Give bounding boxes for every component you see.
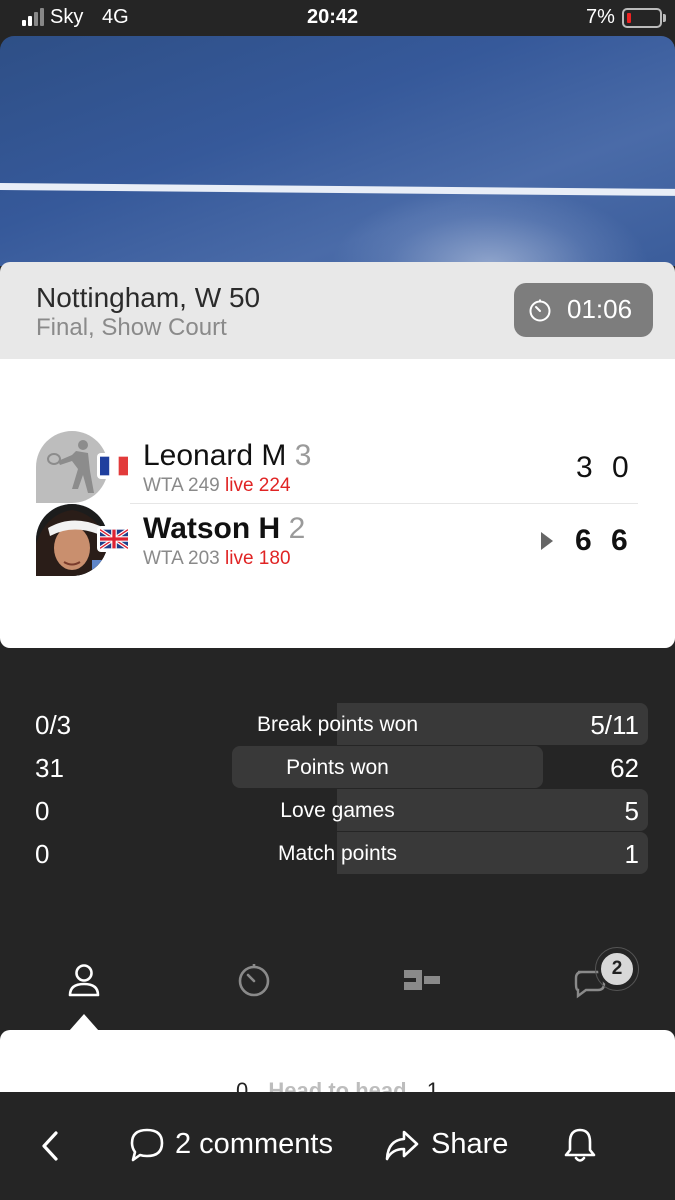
battery-percent: 7% xyxy=(586,6,615,28)
serving-indicator-icon xyxy=(541,532,553,550)
comment-bubble-icon xyxy=(130,1128,164,1162)
notification-badge: 2 xyxy=(598,950,636,988)
player-name-text: Watson H xyxy=(143,512,281,545)
stat-row-love-games: 0 Love games 5 xyxy=(0,789,675,831)
h2h-label: Head to head xyxy=(268,1078,407,1092)
player-ranking: WTA 203 live 180 xyxy=(143,548,291,570)
player-divider xyxy=(130,503,638,504)
match-duration-badge: 01:06 xyxy=(514,283,653,337)
clock-time: 20:42 xyxy=(307,6,359,28)
carrier-name: Sky xyxy=(50,6,84,28)
live-ranking-text: live 224 xyxy=(225,475,291,496)
court-banner-image xyxy=(0,36,675,266)
set-score: 6 xyxy=(575,524,592,557)
player-seed: 3 xyxy=(294,439,312,472)
player-row-watson[interactable]: Watson H 2 WTA 203 live 180 6 6 xyxy=(0,504,675,578)
ranking-text: WTA 249 xyxy=(143,475,220,496)
stat-right-value: 5/11 xyxy=(590,710,639,740)
stat-label: Love games xyxy=(280,799,395,822)
stat-label: Match points xyxy=(277,842,398,865)
network-type: 4G xyxy=(102,6,129,28)
person-icon[interactable] xyxy=(64,960,104,1000)
flag-united-kingdom-icon xyxy=(97,526,131,552)
stat-row-match-points: 0 Match points 1 xyxy=(0,832,675,874)
bell-icon[interactable] xyxy=(563,1126,597,1164)
set-score: 0 xyxy=(612,451,629,484)
set-score: 3 xyxy=(576,451,593,484)
h2h-right-value: 1 xyxy=(426,1078,439,1092)
share-arrow-icon xyxy=(385,1130,419,1161)
active-tab-indicator xyxy=(69,1014,99,1031)
signal-strength-icon xyxy=(22,8,46,26)
live-ranking-text: live 180 xyxy=(225,548,291,569)
share-label: Share xyxy=(431,1128,509,1160)
comments-label: 2 comments xyxy=(175,1128,333,1160)
player-row-leonard[interactable]: Leonard M 3 WTA 249 live 224 3 0 xyxy=(0,431,675,505)
stat-label: Points won xyxy=(286,756,389,779)
h2h-left-value: 0 xyxy=(236,1078,249,1092)
back-arrow-icon[interactable] xyxy=(38,1130,62,1162)
set-score: 6 xyxy=(611,524,628,557)
stopwatch-icon[interactable] xyxy=(234,960,274,1000)
player-name: Leonard M 3 xyxy=(143,439,311,473)
stat-label: Break points won xyxy=(256,713,419,736)
stat-row-points-won: 31 Points won 62 xyxy=(0,746,675,788)
stopwatch-icon xyxy=(529,299,551,322)
bottom-action-bar: 2 comments Share xyxy=(0,1092,675,1200)
head-to-head-card[interactable]: 0 Head to head 1 xyxy=(0,1030,675,1092)
stat-right-value: 1 xyxy=(624,839,639,869)
match-duration: 01:06 xyxy=(567,294,633,324)
bracket-icon[interactable] xyxy=(402,960,442,1000)
event-title: Nottingham, W 50 xyxy=(36,282,261,313)
player-ranking: WTA 249 live 224 xyxy=(143,475,291,497)
battery-icon xyxy=(622,8,666,28)
status-bar: Sky 4G 20:42 7% xyxy=(0,0,675,36)
stat-right-value: 62 xyxy=(610,753,639,783)
event-subtitle: Final, Show Court xyxy=(36,314,227,341)
head-to-head-row: 0 Head to head 1 xyxy=(0,1078,675,1092)
flag-france-icon xyxy=(97,453,131,479)
player-name-text: Leonard M xyxy=(143,439,287,472)
ranking-text: WTA 203 xyxy=(143,548,220,569)
stat-right-value: 5 xyxy=(624,796,639,826)
event-header: Nottingham, W 50 Final, Show Court 01:06 xyxy=(0,262,675,359)
player-name: Watson H 2 xyxy=(143,512,305,546)
player-seed: 2 xyxy=(288,512,306,545)
stat-row-break-points: 0/3 Break points won 5/11 xyxy=(0,703,675,745)
